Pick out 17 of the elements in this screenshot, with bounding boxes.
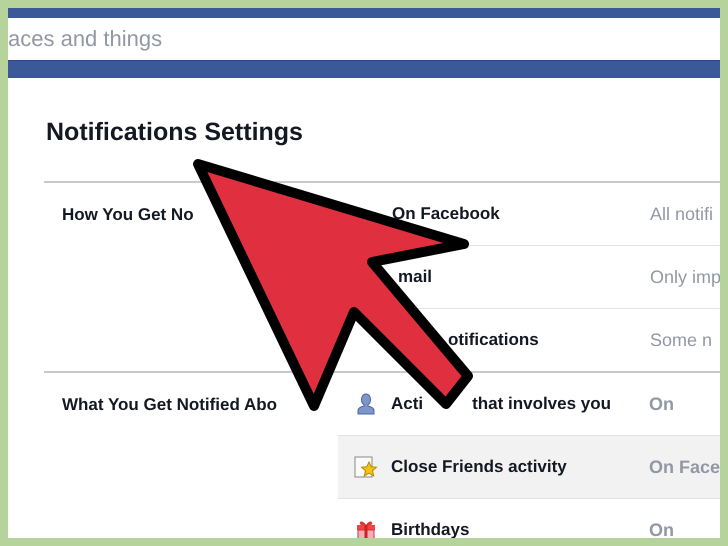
section-label: What You Get Notified Abo: [61, 394, 278, 416]
setting-label: Close Friends activity: [391, 457, 567, 477]
highlighted-row[interactable]: Close Friends activity On Face: [338, 435, 720, 498]
setting-value: On Face: [649, 456, 720, 478]
setting-label: otifications: [447, 330, 539, 350]
page-title: Notifications Settings: [46, 118, 304, 147]
setting-label: mail: [397, 267, 432, 287]
setting-label: that involves you: [472, 394, 611, 414]
section-label: How You Get No: [61, 204, 195, 226]
setting-label: On Facebook: [392, 204, 500, 224]
setting-value: On: [649, 394, 674, 414]
setting-label: Acti: [391, 394, 424, 414]
setting-value: Only imp: [650, 266, 720, 288]
setting-value: Some n: [650, 330, 712, 350]
setting-value: All notifi: [650, 204, 714, 224]
star-icon: [354, 454, 378, 480]
setting-value: On: [649, 520, 674, 538]
